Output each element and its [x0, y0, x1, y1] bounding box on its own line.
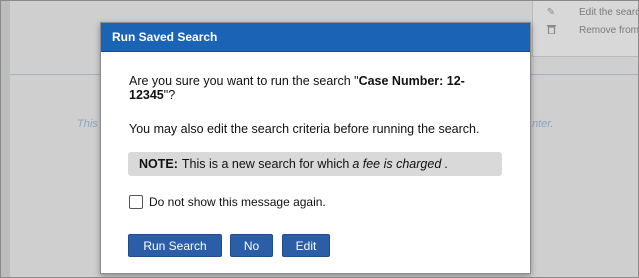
- note-text: This is a new search for which: [181, 157, 350, 171]
- edit-button[interactable]: Edit: [282, 234, 330, 257]
- dialog-title: Run Saved Search: [101, 23, 530, 52]
- menu-item-remove[interactable]: Remove from: [545, 21, 639, 39]
- edit-icon: ✎: [546, 6, 556, 18]
- question-prefix: Are you sure you want to run the search …: [129, 74, 359, 88]
- run-saved-search-dialog: Run Saved Search Are you sure you want t…: [100, 22, 531, 274]
- edit-criteria-text: You may also edit the search criteria be…: [129, 122, 480, 136]
- menu-item-edit-label: Edit the searc: [579, 6, 639, 18]
- note-emphasis: a fee is charged: [352, 157, 442, 171]
- trash-icon: [545, 24, 557, 37]
- background-info-text-left: This: [77, 118, 98, 130]
- dont-show-again-label[interactable]: Do not show this message again.: [149, 195, 326, 209]
- confirmation-question: Are you sure you want to run the search …: [129, 74, 509, 102]
- no-button[interactable]: No: [230, 234, 273, 257]
- dialog-button-row: Run Search No Edit: [128, 234, 330, 257]
- screenshot-frame: ✎ Edit the searc Remove from This nter. …: [0, 0, 639, 278]
- menu-item-edit-search[interactable]: ✎ Edit the searc: [545, 3, 639, 21]
- background-left-strip: [1, 1, 10, 277]
- dont-show-again-checkbox[interactable]: [129, 195, 143, 209]
- dont-show-again-row[interactable]: Do not show this message again.: [129, 195, 326, 209]
- fee-note: NOTE: This is a new search for which a f…: [128, 152, 502, 176]
- run-search-button[interactable]: Run Search: [128, 234, 222, 257]
- question-suffix: "?: [163, 88, 176, 102]
- background-context-menu: ✎ Edit the searc Remove from: [532, 1, 639, 57]
- background-info-text-right: nter.: [532, 118, 554, 130]
- note-end: .: [444, 157, 448, 171]
- menu-item-remove-label: Remove from: [579, 24, 639, 36]
- note-label: NOTE:: [139, 157, 178, 171]
